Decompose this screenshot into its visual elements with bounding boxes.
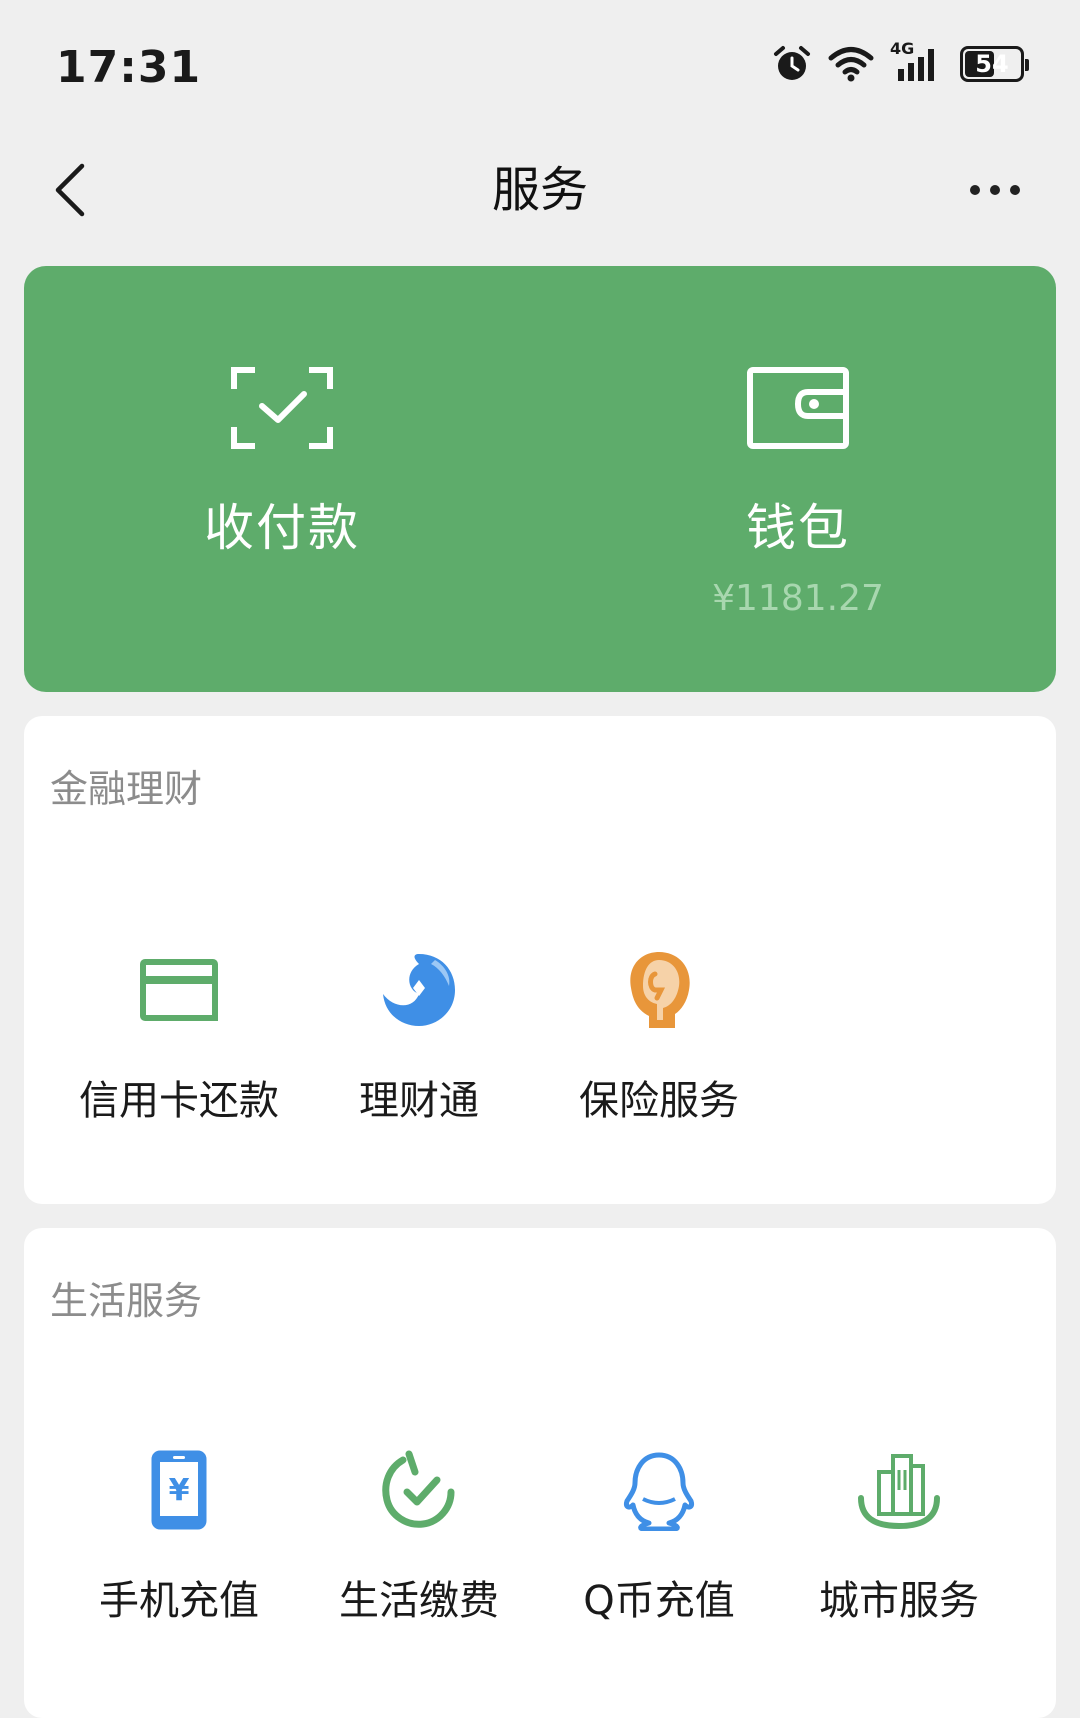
battery-icon: 54: [960, 46, 1029, 82]
wallet-balance: ¥1181.27: [712, 578, 884, 619]
grid-label: 理财通: [359, 1078, 479, 1124]
scan-check-icon: [231, 367, 333, 449]
more-dot-icon: [970, 185, 980, 195]
pay-card: 收付款 钱包 ¥1181.27: [24, 266, 1056, 692]
wealth-button[interactable]: 理财通: [304, 948, 534, 1126]
finance-section: 金融理财 信用卡还款 理财通 保险服务: [24, 716, 1056, 1204]
bill-payment-button[interactable]: 生活缴费: [304, 1448, 534, 1626]
city-service-icon: [857, 1448, 941, 1532]
credit-card-repay-button[interactable]: 信用卡还款: [64, 948, 294, 1126]
status-icons: 4G 54: [772, 39, 1029, 84]
city-service-button[interactable]: 城市服务: [784, 1448, 1014, 1626]
payment-label: 收付款: [204, 499, 360, 557]
credit-card-icon: [137, 948, 221, 1032]
grid-label: 城市服务: [819, 1578, 979, 1624]
section-title: 生活服务: [50, 1279, 203, 1323]
alarm-icon: [774, 46, 810, 80]
wifi-icon: [828, 47, 874, 82]
grid-label: 保险服务: [579, 1078, 739, 1124]
bill-payment-icon: [377, 1448, 461, 1532]
svg-text:¥: ¥: [169, 1473, 190, 1508]
wallet-icon: [747, 367, 849, 449]
battery-level: 54: [975, 50, 1009, 78]
qq-penguin-icon: [617, 1448, 701, 1532]
more-dot-icon: [1010, 185, 1020, 195]
battery-tip: [1025, 59, 1029, 71]
cellular-signal-icon: 4G: [890, 39, 944, 83]
phone-topup-icon: ¥: [137, 1448, 221, 1532]
more-dot-icon: [990, 185, 1000, 195]
wallet-label: 钱包: [746, 499, 850, 557]
insurance-icon: [617, 948, 701, 1032]
insurance-button[interactable]: 保险服务: [544, 948, 774, 1126]
wealth-icon: [377, 948, 461, 1032]
status-bar: 17:31 4G 54: [0, 0, 1080, 130]
phone-topup-button[interactable]: ¥ 手机充值: [64, 1448, 294, 1626]
qcoin-topup-button[interactable]: Q币充值: [544, 1448, 774, 1626]
section-title: 金融理财: [50, 767, 203, 811]
status-time: 17:31: [56, 42, 202, 93]
wallet-button[interactable]: 钱包 ¥1181.27: [540, 266, 1056, 692]
grid-label: Q币充值: [583, 1578, 735, 1624]
more-button[interactable]: [960, 158, 1030, 222]
payment-button[interactable]: 收付款: [24, 266, 540, 692]
grid-label: 信用卡还款: [79, 1078, 279, 1124]
page-title: 服务: [491, 162, 588, 218]
grid-label: 手机充值: [99, 1578, 259, 1624]
grid-label: 生活缴费: [339, 1578, 499, 1624]
life-services-section: 生活服务 ¥ 手机充值 生活缴费 Q币充值 城市服务: [24, 1228, 1056, 1718]
nav-bar: 服务: [0, 130, 1080, 250]
